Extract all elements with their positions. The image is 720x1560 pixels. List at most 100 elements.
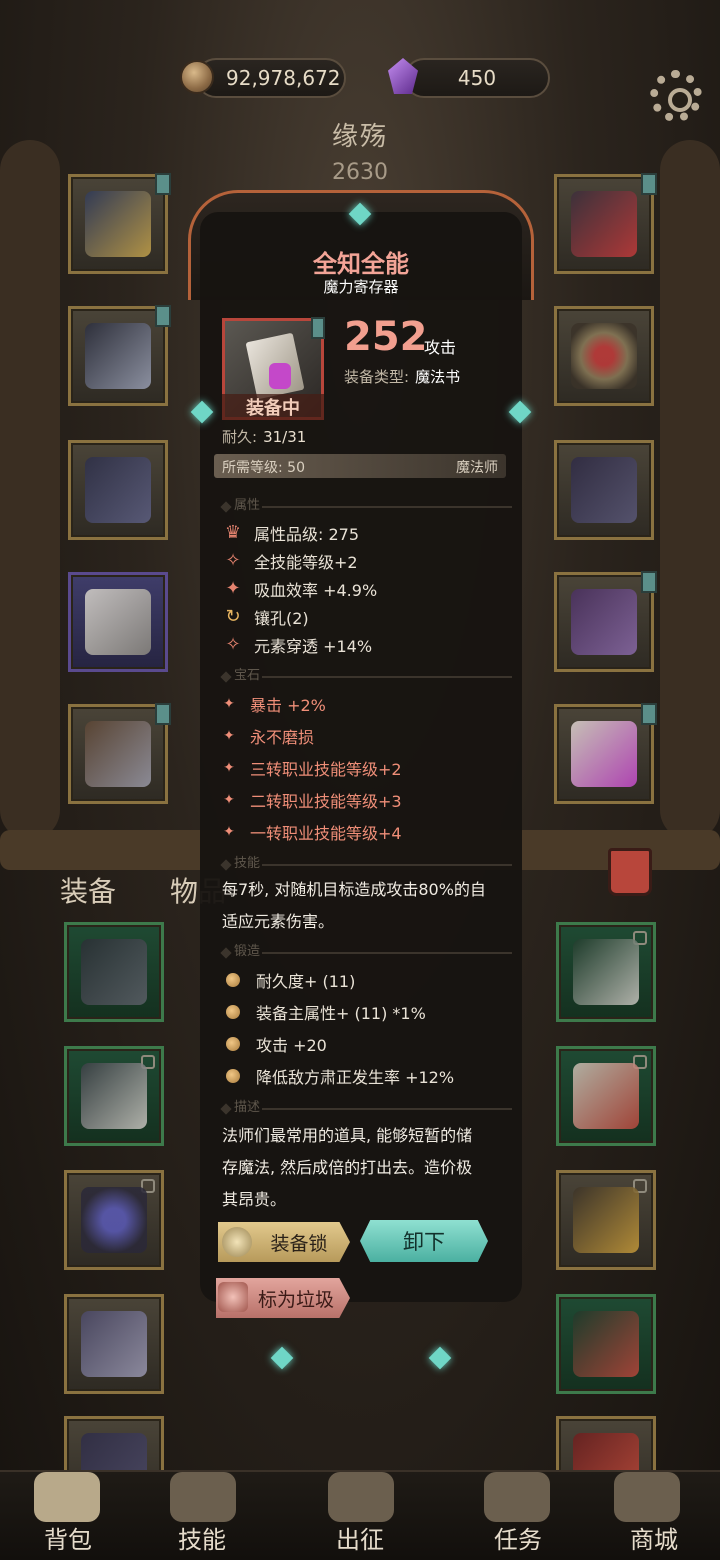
backpack-icon[interactable] [34,1472,100,1522]
section-description: 描述 [222,1096,512,1116]
forge-row: 攻击 +20 [222,1032,327,1056]
quests-icon[interactable] [484,1472,550,1522]
attribute-row: ↻ 镶孔(2) [222,605,308,629]
equip-slot-boots[interactable] [68,703,171,804]
ring-icon [571,323,637,389]
bracer-icon [81,1063,147,1129]
forge-text: 耐久度+ (11) [256,972,356,991]
gold-counter: 92,978,672 [196,58,346,98]
gold-amount: 92,978,672 [226,66,341,90]
crystal-ornament-icon [428,1346,452,1370]
attribute-row: ♛ 属性品级: 275 [222,521,359,545]
equip-slot-helmet[interactable] [68,173,171,274]
inventory-slot[interactable] [556,1170,656,1270]
attribute-text: 属性品级: 275 [254,525,360,544]
unequip-button-label: 卸下 [403,1230,445,1254]
equip-slot-necklace[interactable] [554,173,657,274]
section-label: 宝石 [234,668,261,683]
forge-row: 装备主属性+ (11) *1% [222,1000,426,1024]
left-vine-decoration [0,140,60,840]
equip-slot-armor[interactable] [68,305,171,406]
inventory-slot[interactable] [556,1294,656,1394]
nav-expedition[interactable]: 出征 [310,1520,410,1555]
forge-text: 装备主属性+ (11) *1% [256,1004,426,1023]
star-bullet-icon: ✦ [223,824,235,840]
equip-slot-weapon[interactable] [554,571,657,672]
description-line: 其昂贵。 [222,1190,287,1209]
shorts-icon [85,589,151,655]
expedition-icon[interactable] [328,1472,394,1522]
spellbook-icon [571,721,637,787]
equipment-type-value: 魔法书 [415,368,461,386]
skills-icon[interactable] [170,1472,236,1522]
star-bullet-icon: ✦ [223,792,235,808]
hood-icon [85,191,151,257]
nav-quests[interactable]: 任务 [468,1520,568,1555]
unequip-button[interactable]: 卸下 [360,1220,488,1262]
equipment-type: 装备类型: 魔法书 [344,366,460,387]
section-label: 技能 [234,856,261,871]
gem-row: ✦ 一转职业技能等级+4 [222,820,401,844]
forge-row: 耐久度+ (11) [222,968,355,992]
section-label: 描述 [234,1100,261,1115]
lifesteal-icon: ✦ [225,578,241,599]
star-bullet-icon: ✦ [223,728,235,744]
equip-slot-gloves[interactable] [68,440,168,540]
equipment-type-label: 装备类型: [344,368,410,386]
forge-orb-icon [226,1069,240,1083]
nav-backpack[interactable]: 背包 [18,1520,118,1555]
inventory-slot[interactable] [556,922,656,1022]
gauntlet-icon [85,457,151,523]
forge-text: 降低敌方肃正发生率 +12% [256,1068,455,1087]
amulet-icon [81,1187,147,1253]
trash-button-label: 标为垃圾 [257,1288,334,1311]
durability: 耐久: 31/31 [222,426,306,447]
attribute-text: 全技能等级+2 [254,553,358,572]
heart-amulet-icon [571,191,637,257]
skill-line: 适应元素伤害。 [222,912,335,931]
gem-row: ✦ 二转职业技能等级+3 [222,788,402,812]
gem-counter: 450 [404,58,550,98]
shop-icon[interactable] [614,1472,680,1522]
trash-tag-icon [218,1282,248,1312]
requirement-bar: 所需等级: 50 魔法师 [214,454,506,478]
durability-label: 耐久: [222,428,258,446]
description-line: 存魔法, 然后成倍的打出去。造价极 [222,1158,473,1177]
boots-icon [85,721,151,787]
dress-icon [85,323,151,389]
nav-skills[interactable]: 技能 [152,1520,252,1555]
skill-description: 每7秒, 对随机目标造成攻击80%的自 适应元素伤害。 [222,874,512,938]
section-forge: 锻造 [222,940,512,960]
lock-icon [222,1227,252,1257]
inventory-slot[interactable] [556,1046,656,1146]
item-subtitle: 魔力寄存器 [323,278,399,296]
gauntlet-icon [81,939,147,1005]
required-class: 魔法师 [456,460,498,476]
star-bullet-icon: ✦ [223,760,235,776]
equip-slot-offhand[interactable] [554,703,657,804]
equip-slot-belt[interactable] [554,440,654,540]
forge-row: 降低敌方肃正发生率 +12% [222,1064,454,1088]
gem-text: 永不磨损 [250,728,315,747]
section-label: 属性 [234,498,261,513]
tab-equipment[interactable]: 装备 [60,870,116,910]
gem-text: 二转职业技能等级+3 [250,792,402,811]
gem-row: ✦ 三转职业技能等级+2 [222,756,401,780]
inventory-slot[interactable] [64,1294,164,1394]
equip-slot-pants[interactable] [68,572,168,672]
inventory-slot[interactable] [64,1046,164,1146]
equip-slot-ring[interactable] [554,306,654,406]
skill-line: 每7秒, 对随机目标造成攻击80%的自 [222,880,486,899]
attack-value: 252 [344,314,428,360]
inventory-slot[interactable] [64,922,164,1022]
gem-text: 暴击 +2% [250,696,326,715]
staff-icon [571,589,637,655]
inventory-slot[interactable] [64,1170,164,1270]
trash-can-icon[interactable] [608,848,652,896]
nav-shop[interactable]: 商城 [604,1520,704,1555]
gold-coin-icon [180,60,214,94]
robe-icon [573,1063,639,1129]
skill-level-icon: ✧ [225,550,241,571]
settings-gear-icon[interactable] [650,70,702,122]
game-scene: 92,978,672 450 缘殇 2630 装备 物品 背包 技能 出征 任务… [0,0,720,1560]
